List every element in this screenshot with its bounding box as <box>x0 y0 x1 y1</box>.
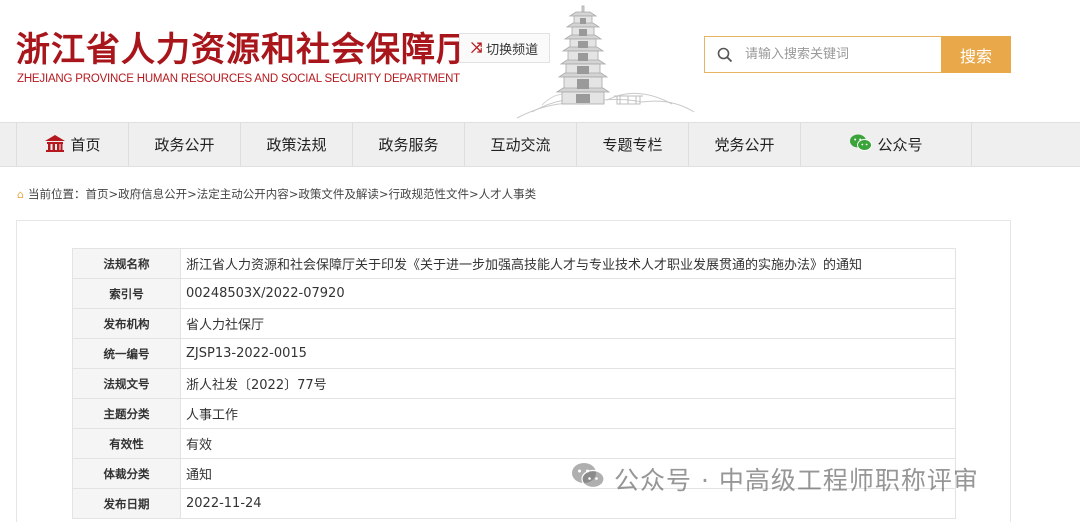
row-label: 统一编号 <box>72 338 181 369</box>
row-value: ZJSP13-2022-0015 <box>180 338 956 369</box>
row-value: 人事工作 <box>180 398 956 429</box>
row-label: 有效性 <box>72 428 181 459</box>
watermark-text: 公众号 · 中高级工程师职称评审 <box>614 466 979 495</box>
location-icon: ⌂ <box>17 187 24 201</box>
nav-item-label: 专题专栏 <box>602 136 663 154</box>
row-label: 法规名称 <box>72 248 181 279</box>
nav-item-label: 公众号 <box>877 136 923 154</box>
table-row: 发布机构 省人力社保厅 <box>72 308 956 339</box>
watermark: 公众号 · 中高级工程师职称评审 <box>570 461 979 497</box>
row-value: 浙江省人力资源和社会保障厅关于印发《关于进一步加强高技能人才与专业技术人才职业发… <box>180 248 956 279</box>
breadcrumb-path[interactable]: 首页>政府信息公开>法定主动公开内容>政策文件及解读>行政规范性文件>人才人事类 <box>85 186 536 202</box>
row-label: 法规文号 <box>72 368 181 399</box>
row-label: 主题分类 <box>72 398 181 429</box>
nav-item-interaction[interactable]: 互动交流 <box>464 123 576 166</box>
search-input[interactable] <box>745 47 935 62</box>
table-row: 主题分类 人事工作 <box>72 398 956 429</box>
nav-item-policy[interactable]: 政策法规 <box>240 123 352 166</box>
table-row: 统一编号 ZJSP13-2022-0015 <box>72 338 956 369</box>
row-label: 体裁分类 <box>72 458 181 489</box>
nav-item-label: 党务公开 <box>714 136 775 154</box>
table-row: 有效性 有效 <box>72 428 956 459</box>
shuffle-icon: ⤨ <box>470 40 483 56</box>
breadcrumb: ⌂ 当前位置： 首页>政府信息公开>法定主动公开内容>政策文件及解读>行政规范性文… <box>17 186 536 202</box>
wechat-watermark-icon <box>570 461 606 497</box>
search-icon <box>705 47 745 63</box>
wechat-icon <box>849 133 873 157</box>
site-header: 浙江省人力资源和社会保障厅 ZHEJIANG PROVINCE HUMAN RE… <box>0 0 1080 122</box>
row-label: 索引号 <box>72 278 181 309</box>
nav-item-label: 政务公开 <box>154 136 215 154</box>
search-button[interactable]: 搜索 <box>941 36 1011 73</box>
nav-item-wechat[interactable]: 公众号 <box>800 123 972 166</box>
row-value: 00248503X/2022-07920 <box>180 278 956 309</box>
pagoda-illustration <box>516 5 695 119</box>
table-row: 索引号 00248503X/2022-07920 <box>72 278 956 309</box>
site-title[interactable]: 浙江省人力资源和社会保障厅 <box>16 22 471 71</box>
site-subtitle: ZHEJIANG PROVINCE HUMAN RESOURCES AND SO… <box>17 73 461 85</box>
search-box <box>704 36 942 73</box>
nav-item-label: 互动交流 <box>490 136 551 154</box>
nav-item-home[interactable]: 首页 <box>16 123 128 166</box>
nav-item-party-affairs[interactable]: 党务公开 <box>688 123 800 166</box>
row-value: 省人力社保厅 <box>180 308 956 339</box>
nav-item-services[interactable]: 政务服务 <box>352 123 464 166</box>
row-value: 浙人社发〔2022〕77号 <box>180 368 956 399</box>
nav-item-label: 政务服务 <box>378 136 439 154</box>
row-value: 有效 <box>180 428 956 459</box>
nav-item-gov-affairs[interactable]: 政务公开 <box>128 123 240 166</box>
table-row: 法规名称 浙江省人力资源和社会保障厅关于印发《关于进一步加强高技能人才与专业技术人… <box>72 248 956 279</box>
nav-item-label: 政策法规 <box>266 136 327 154</box>
table-row: 法规文号 浙人社发〔2022〕77号 <box>72 368 956 399</box>
breadcrumb-prefix: 当前位置： <box>27 187 86 201</box>
row-label: 发布机构 <box>72 308 181 339</box>
home-icon <box>44 134 66 156</box>
main-nav: 首页 政务公开 政策法规 政务服务 互动交流 专题专栏 党务公开 公众号 <box>0 122 1080 167</box>
row-label: 发布日期 <box>72 488 181 519</box>
nav-item-label: 首页 <box>70 136 101 154</box>
nav-item-topics[interactable]: 专题专栏 <box>576 123 688 166</box>
